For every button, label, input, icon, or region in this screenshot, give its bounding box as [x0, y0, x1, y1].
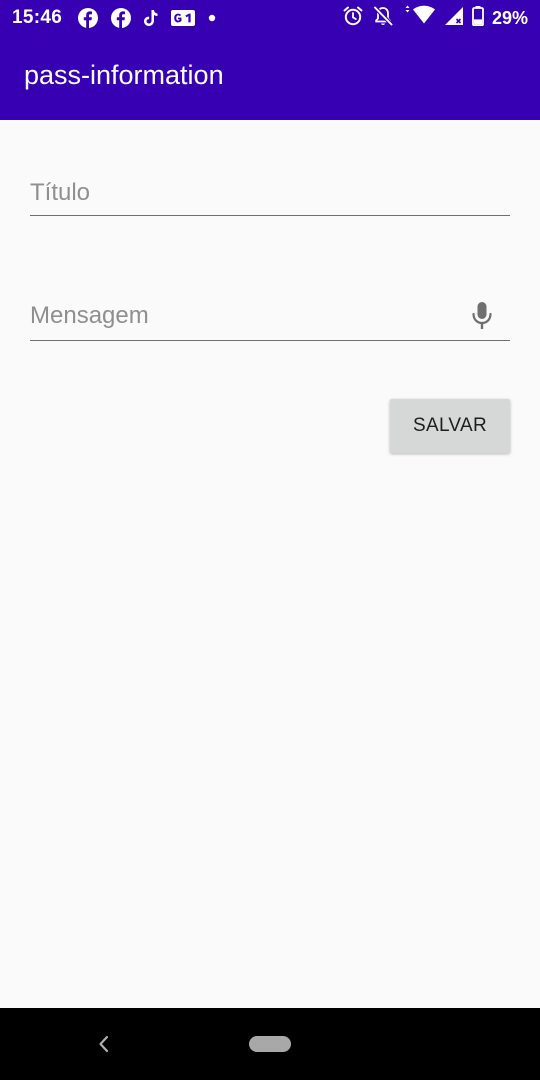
- message-field[interactable]: [30, 292, 510, 341]
- save-button[interactable]: SALVAR: [390, 399, 510, 453]
- notification-icons: [78, 8, 216, 28]
- navigation-bar: [0, 1008, 540, 1080]
- tiktok-icon: [144, 10, 158, 26]
- dot-icon: [208, 14, 216, 22]
- battery-percent: 29%: [491, 7, 528, 28]
- title-field[interactable]: [30, 170, 510, 216]
- g1-icon: [171, 10, 196, 26]
- app-bar: pass-information: [0, 36, 540, 120]
- notifications-off-icon: [372, 5, 394, 32]
- wifi-icon: [402, 5, 436, 32]
- back-icon[interactable]: [96, 1034, 112, 1054]
- battery-icon: [472, 5, 484, 31]
- facebook-icon: [78, 8, 99, 28]
- message-input[interactable]: [30, 292, 510, 340]
- app-title: pass-information: [24, 59, 224, 90]
- alarm-icon: [342, 5, 364, 32]
- facebook-icon: [111, 8, 132, 28]
- home-pill[interactable]: [249, 1036, 291, 1052]
- status-bar: 15:46 29%: [0, 0, 540, 36]
- status-time: 15:46: [12, 7, 63, 28]
- cell-signal-icon: [444, 6, 464, 31]
- title-input[interactable]: [30, 170, 510, 215]
- mic-icon[interactable]: [470, 300, 494, 332]
- system-icons: 29%: [342, 5, 528, 32]
